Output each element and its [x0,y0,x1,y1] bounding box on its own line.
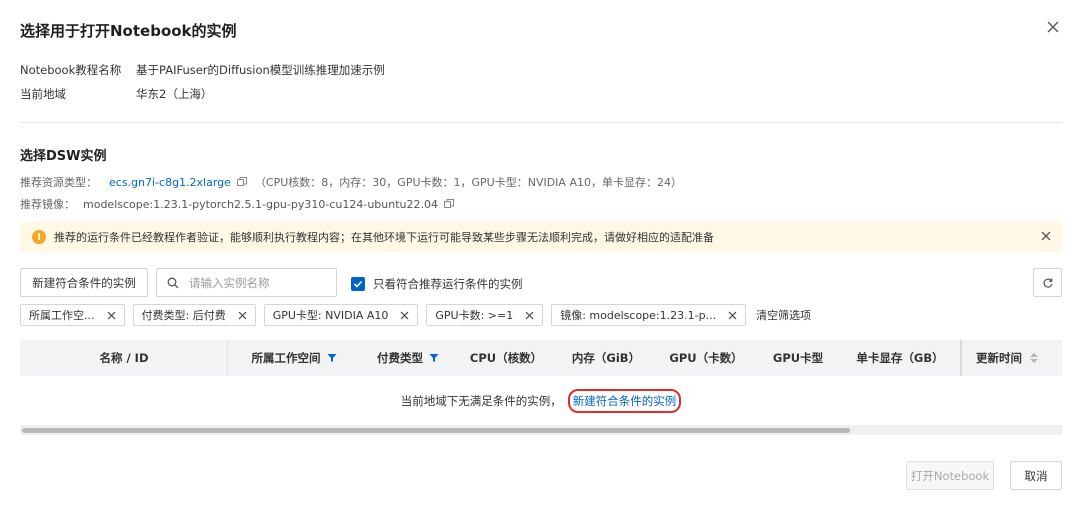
column-updated-time[interactable]: 更新时间 [960,340,1062,376]
filter-chip-gpu-type[interactable]: GPU卡型: NVIDIA A10 [263,304,419,326]
divider [20,122,1062,123]
remove-filter-icon[interactable] [107,311,116,320]
filter-chip-image[interactable]: 镜像: modelscope:1.23.1-p... [551,304,747,326]
filter-icon[interactable] [429,353,439,363]
new-instance-button[interactable]: 新建符合条件的实例 [20,268,148,297]
open-notebook-button[interactable]: 打开Notebook [906,461,994,490]
filter-chip-label: 所属工作空... [29,309,95,322]
search-input[interactable] [189,275,329,290]
refresh-button[interactable] [1033,268,1062,297]
alert-text: 推荐的运行条件已经教程作者验证，能够顺利执行教程内容；在其他环境下运行可能导致某… [54,231,714,244]
column-gpu-memory: 单卡显存（GB） [840,340,960,376]
column-label: GPU（卡数） [669,351,743,365]
checkbox-label: 只看符合推荐运行条件的实例 [373,277,523,291]
resource-label: 推荐资源类型： [20,176,97,189]
column-memory: 内存（GiB） [556,340,656,376]
filter-chip-label: GPU卡数: >=1 [435,309,514,322]
instance-table: 名称 / ID 所属工作空间 付费类型 CPU（核数） 内存（GiB） GPU（… [20,340,1062,435]
column-cpu: CPU（核数） [456,340,556,376]
copy-icon[interactable] [236,177,247,187]
clear-filters-link[interactable]: 清空筛选项 [756,307,811,323]
column-workspace[interactable]: 所属工作空间 [228,340,360,376]
copy-icon[interactable] [444,199,454,209]
remove-filter-icon[interactable] [525,311,534,320]
section-title: 选择DSW实例 [20,149,107,164]
filter-chip-gpu-count[interactable]: GPU卡数: >=1 [426,304,544,326]
resource-detail: （CPU核数：8，内存：30，GPU卡数：1，GPU卡型：NVIDIA A10，… [254,176,682,189]
recommended-filter-checkbox-row[interactable]: 只看符合推荐运行条件的实例 [351,276,523,292]
empty-state: 当前地域下无满足条件的实例， 新建符合条件的实例 [20,376,1062,426]
recommended-resource-row: 推荐资源类型： ecs.gn7i-c8g1.2xlarge （CPU核数：8，内… [20,174,682,190]
filter-chip-label: GPU卡型: NVIDIA A10 [272,309,389,322]
column-gpu-type: GPU卡型 [756,340,840,376]
scrollbar-thumb[interactable] [22,428,850,433]
refresh-icon [1043,278,1053,288]
column-label: CPU（核数） [469,351,543,365]
resource-type-link[interactable]: ecs.gn7i-c8g1.2xlarge [109,176,231,189]
check-icon [353,280,363,288]
recommended-only-checkbox[interactable] [351,277,365,291]
region-label: 当前地域 [20,87,66,101]
warning-alert: ! 推荐的运行条件已经教程作者验证，能够顺利执行教程内容；在其他环境下运行可能导… [20,222,1062,252]
tutorial-name-label: Notebook教程名称 [20,63,122,77]
column-label: 付费类型 [377,351,423,365]
dialog-title: 选择用于打开Notebook的实例 [20,22,237,40]
sort-icon[interactable] [1030,353,1038,363]
horizontal-scrollbar[interactable] [20,426,1062,435]
recommended-image-row: 推荐镜像： modelscope:1.23.1-pytorch2.5.1-gpu… [20,196,462,212]
column-gpu-count: GPU（卡数） [656,340,756,376]
remove-filter-icon[interactable] [238,311,247,320]
empty-text: 当前地域下无满足条件的实例， [400,393,562,408]
tutorial-name-value: 基于PAIFuser的Diffusion模型训练推理加速示例 [136,63,385,77]
close-icon[interactable] [1046,20,1060,34]
region-row: 当前地域 华东2（上海） [20,86,212,102]
tutorial-name-row: Notebook教程名称 基于PAIFuser的Diffusion模型训练推理加… [20,62,385,78]
remove-filter-icon[interactable] [728,311,737,320]
remove-filter-icon[interactable] [400,311,409,320]
column-name-id: 名称 / ID [20,340,228,376]
alert-close-icon[interactable] [1040,230,1052,242]
column-billing[interactable]: 付费类型 [360,340,456,376]
column-label: 所属工作空间 [251,351,321,365]
active-filters: 所属工作空... 付费类型: 后付费 GPU卡型: NVIDIA A10 GPU… [20,304,811,326]
filter-chip-billing[interactable]: 付费类型: 后付费 [132,304,256,326]
region-value: 华东2（上海） [136,87,213,101]
filter-chip-workspace[interactable]: 所属工作空... [20,304,125,326]
warning-icon: ! [32,230,46,244]
search-icon [167,277,179,288]
create-instance-link[interactable]: 新建符合条件的实例 [567,388,682,413]
filter-icon[interactable] [327,353,337,363]
column-label: 更新时间 [976,351,1022,365]
image-value: modelscope:1.23.1-pytorch2.5.1-gpu-py310… [83,197,438,211]
image-label: 推荐镜像： [20,198,75,211]
column-label: 名称 / ID [99,351,149,365]
column-label: GPU卡型 [772,351,824,365]
column-label: 内存（GiB） [571,351,641,365]
cancel-button[interactable]: 取消 [1010,461,1062,490]
table-header: 名称 / ID 所属工作空间 付费类型 CPU（核数） 内存（GiB） GPU（… [20,340,1062,376]
filter-chip-label: 镜像: modelscope:1.23.1-p... [560,309,717,322]
instance-search[interactable] [156,268,337,297]
column-label: 单卡显存（GB） [856,351,944,365]
filter-chip-label: 付费类型: 后付费 [141,309,226,322]
